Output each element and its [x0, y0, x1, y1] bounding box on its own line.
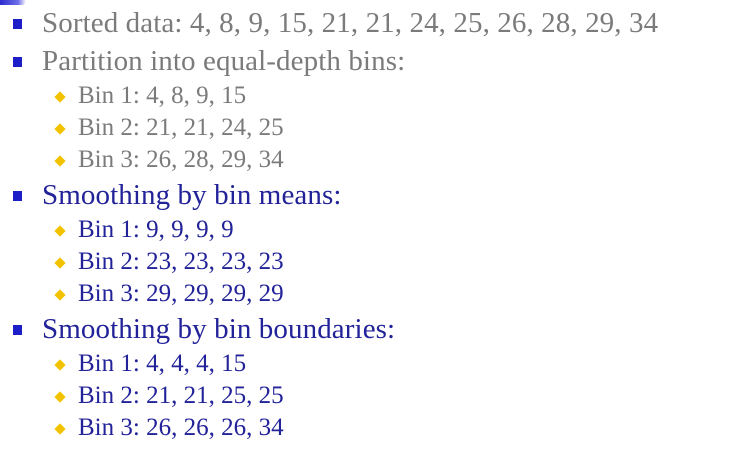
square-bullet-icon — [13, 19, 22, 29]
square-bullet-icon — [13, 325, 22, 335]
bullet-partition: Partition into equal-depth bins: — [0, 42, 752, 80]
diamond-bullet-icon — [54, 257, 66, 269]
bullet-sorted-data: Sorted data: 4, 8, 9, 15, 21, 21, 24, 25… — [0, 4, 752, 42]
bullet-bin-boundaries: Smoothing by bin boundaries: — [0, 310, 752, 348]
partition-bin-2-text: Bin 2: 21, 21, 24, 25 — [78, 114, 284, 141]
means-bin-2: Bin 2: 23, 23, 23, 23 — [0, 246, 752, 278]
diamond-bullet-icon — [54, 391, 66, 403]
sorted-data-text: Sorted data: 4, 8, 9, 15, 21, 21, 24, 25… — [42, 6, 659, 39]
partition-bin-2: Bin 2: 21, 21, 24, 25 — [0, 112, 752, 144]
section-bin-means: Smoothing by bin means: Bin 1: 9, 9, 9, … — [0, 176, 752, 310]
diamond-bullet-icon — [54, 225, 66, 237]
boundaries-bin-1: Bin 1: 4, 4, 4, 15 — [0, 348, 752, 380]
diamond-bullet-icon — [54, 423, 66, 435]
diamond-bullet-icon — [54, 359, 66, 371]
partition-bin-3: Bin 3: 26, 28, 29, 34 — [0, 144, 752, 176]
diamond-bullet-icon — [54, 123, 66, 135]
means-bin-3-text: Bin 3: 29, 29, 29, 29 — [78, 280, 284, 307]
means-bin-2-text: Bin 2: 23, 23, 23, 23 — [78, 248, 284, 275]
section-partition: Partition into equal-depth bins: Bin 1: … — [0, 42, 752, 176]
boundaries-bin-2: Bin 2: 21, 21, 25, 25 — [0, 380, 752, 412]
bullet-bin-means: Smoothing by bin means: — [0, 176, 752, 214]
diamond-bullet-icon — [54, 91, 66, 103]
diamond-bullet-icon — [54, 289, 66, 301]
bin-boundaries-heading: Smoothing by bin boundaries: — [42, 312, 396, 345]
boundaries-bin-3: Bin 3: 26, 26, 26, 34 — [0, 412, 752, 444]
means-bin-3: Bin 3: 29, 29, 29, 29 — [0, 278, 752, 310]
bin-means-heading: Smoothing by bin means: — [42, 178, 342, 211]
partition-heading: Partition into equal-depth bins: — [42, 44, 406, 77]
means-bin-1: Bin 1: 9, 9, 9, 9 — [0, 214, 752, 246]
partition-bin-1-text: Bin 1: 4, 8, 9, 15 — [78, 82, 247, 109]
square-bullet-icon — [13, 57, 22, 67]
partition-bin-1: Bin 1: 4, 8, 9, 15 — [0, 80, 752, 112]
boundaries-bin-3-text: Bin 3: 26, 26, 26, 34 — [78, 414, 284, 441]
boundaries-bin-2-text: Bin 2: 21, 21, 25, 25 — [78, 382, 284, 409]
section-sorted-data: Sorted data: 4, 8, 9, 15, 21, 21, 24, 25… — [0, 4, 752, 42]
slide-content: Sorted data: 4, 8, 9, 15, 21, 21, 24, 25… — [0, 4, 752, 444]
means-bin-1-text: Bin 1: 9, 9, 9, 9 — [78, 216, 234, 243]
section-bin-boundaries: Smoothing by bin boundaries: Bin 1: 4, 4… — [0, 310, 752, 444]
square-bullet-icon — [13, 191, 22, 201]
diamond-bullet-icon — [54, 155, 66, 167]
boundaries-bin-1-text: Bin 1: 4, 4, 4, 15 — [78, 350, 247, 377]
partition-bin-3-text: Bin 3: 26, 28, 29, 34 — [78, 146, 284, 173]
